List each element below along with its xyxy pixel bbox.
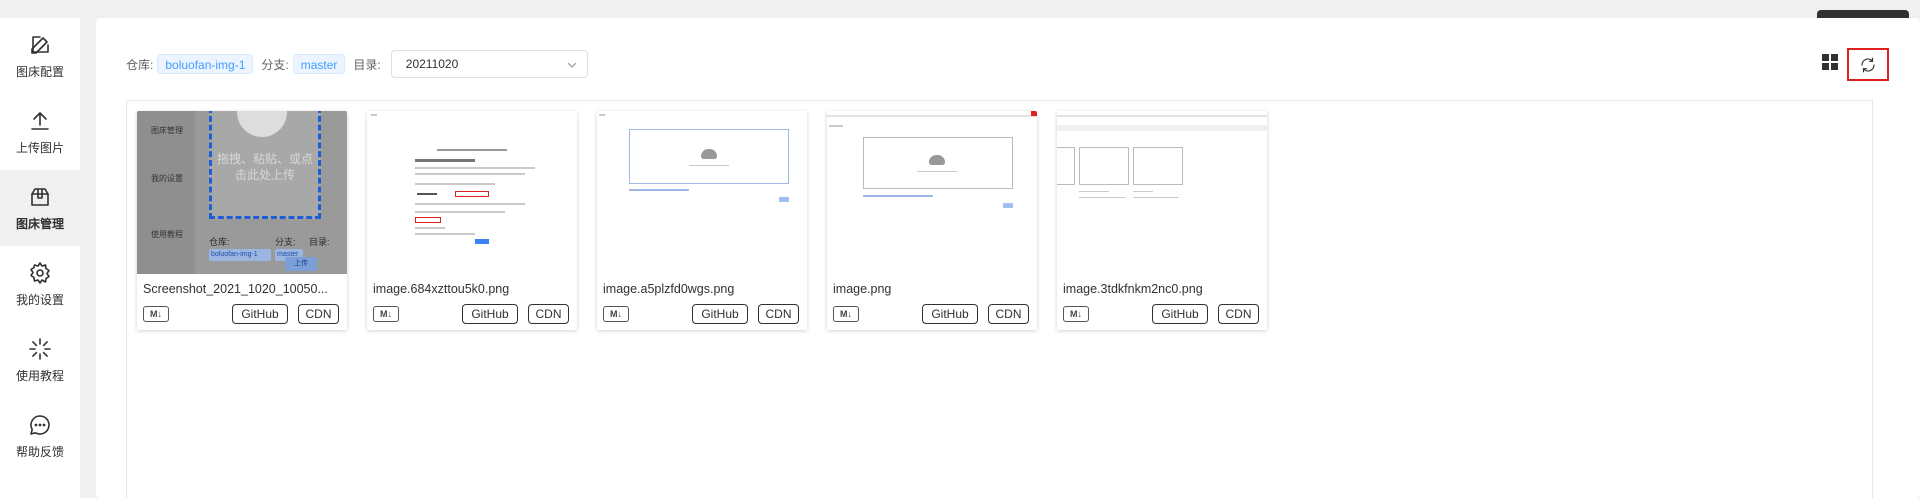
copy-cdn-link-button[interactable]: CDN — [528, 304, 569, 324]
markdown-icon[interactable]: M↓ — [603, 306, 629, 322]
image-thumbnail[interactable]: 图床管理 我的设置 使用教程 拖拽、粘贴、或点击此处上传 仓库: 分支: 目录:… — [137, 111, 347, 274]
repo-toolbar: 仓库: boluofan-img-1 分支: master 目录: 202110… — [126, 50, 588, 78]
image-thumbnail[interactable] — [1057, 111, 1267, 274]
grid-view-icon[interactable] — [1822, 54, 1838, 70]
sidebar-item-upload[interactable]: 上传图片 — [0, 94, 80, 170]
image-filename: Screenshot_2021_1020_10050... — [143, 282, 328, 296]
markdown-icon[interactable]: M↓ — [1063, 306, 1089, 322]
loading-icon — [29, 337, 51, 360]
repo-tag: boluofan-img-1 — [157, 54, 254, 74]
markdown-icon[interactable]: M↓ — [373, 306, 399, 322]
image-filename: image.3tdkfnkm2nc0.png — [1063, 282, 1203, 296]
sidebar-item-tutorial[interactable]: 使用教程 — [0, 322, 80, 398]
copy-cdn-link-button[interactable]: CDN — [758, 304, 799, 324]
image-thumbnail[interactable] — [597, 111, 807, 274]
copy-github-link-button[interactable]: GitHub — [232, 304, 288, 324]
copy-github-link-button[interactable]: GitHub — [692, 304, 748, 324]
reload-images-button[interactable] — [1847, 48, 1889, 81]
chevron-down-icon — [567, 59, 577, 69]
image-thumbnail[interactable] — [367, 111, 577, 274]
image-thumbnail[interactable] — [827, 111, 1037, 274]
sidebar-item-image-config[interactable]: 图床配置 — [0, 18, 80, 94]
thumb-repo-label: 仓库: — [209, 237, 230, 247]
sidebar-item-feedback[interactable]: 帮助反馈 — [0, 398, 80, 474]
image-filename: image.684xzttou5k0.png — [373, 282, 510, 296]
sidebar-item-image-manage[interactable]: 图床管理 — [0, 170, 80, 246]
copy-github-link-button[interactable]: GitHub — [462, 304, 518, 324]
image-gallery: 图床管理 我的设置 使用教程 拖拽、粘贴、或点击此处上传 仓库: 分支: 目录:… — [126, 100, 1873, 498]
copy-github-link-button[interactable]: GitHub — [1152, 304, 1208, 324]
markdown-icon[interactable]: M↓ — [833, 306, 859, 322]
image-card: image.684xzttou5k0.png M↓ GitHub CDN — [367, 111, 577, 330]
copy-github-link-button[interactable]: GitHub — [922, 304, 978, 324]
chat-icon — [30, 414, 50, 435]
thumb-nav-label: 使用教程 — [151, 230, 183, 239]
thumb-nav-label: 我的设置 — [151, 174, 183, 183]
image-card: image.3tdkfnkm2nc0.png M↓ GitHub CDN — [1057, 111, 1267, 330]
dir-select[interactable]: 20211020 — [390, 50, 588, 78]
sidebar-item-label: 帮助反馈 — [15, 444, 64, 459]
settings-icon — [30, 261, 50, 284]
sidebar-item-label: 图床管理 — [15, 216, 64, 231]
image-card: image.png M↓ GitHub CDN — [827, 111, 1037, 330]
sidebar-item-label: 图床配置 — [15, 64, 64, 79]
thumb-dropzone-text: 拖拽、粘贴、或点击此处上传 — [216, 152, 313, 182]
thumb-repo-tag: boluofan-img-1 — [209, 249, 271, 261]
copy-cdn-link-button[interactable]: CDN — [988, 304, 1029, 324]
image-card: image.a5plzfd0wgs.png M↓ GitHub CDN — [597, 111, 807, 330]
package-icon — [31, 187, 49, 206]
upload-icon — [31, 111, 49, 130]
repo-label: 仓库: — [126, 57, 154, 72]
thumb-nav-label: 图床管理 — [151, 126, 183, 135]
image-filename: image.png — [833, 282, 892, 296]
edit-icon — [31, 35, 49, 54]
branch-label: 分支: — [261, 57, 289, 72]
dir-label: 目录: — [353, 57, 381, 72]
refresh-icon — [1861, 57, 1875, 72]
image-filename: image.a5plzfd0wgs.png — [603, 282, 735, 296]
sidebar-item-settings[interactable]: 我的设置 — [0, 246, 80, 322]
sidebar-item-label: 使用教程 — [15, 368, 64, 383]
sidebar: 图床配置 上传图片 图床管理 我的设置 使用教程 帮助反馈 — [0, 18, 80, 498]
thumb-upload-button: 上传 — [285, 257, 317, 271]
thumb-dir-label: 目录: — [309, 237, 330, 247]
branch-tag: master — [292, 54, 346, 74]
copy-cdn-link-button[interactable]: CDN — [298, 304, 339, 324]
image-card: 图床管理 我的设置 使用教程 拖拽、粘贴、或点击此处上传 仓库: 分支: 目录:… — [137, 111, 347, 330]
copy-cdn-link-button[interactable]: CDN — [1218, 304, 1259, 324]
sidebar-item-label: 我的设置 — [15, 292, 64, 307]
thumb-branch-label: 分支: — [275, 237, 296, 247]
markdown-icon[interactable]: M↓ — [143, 306, 169, 322]
sidebar-item-label: 上传图片 — [15, 140, 64, 155]
dir-select-value: 20211020 — [405, 57, 459, 71]
